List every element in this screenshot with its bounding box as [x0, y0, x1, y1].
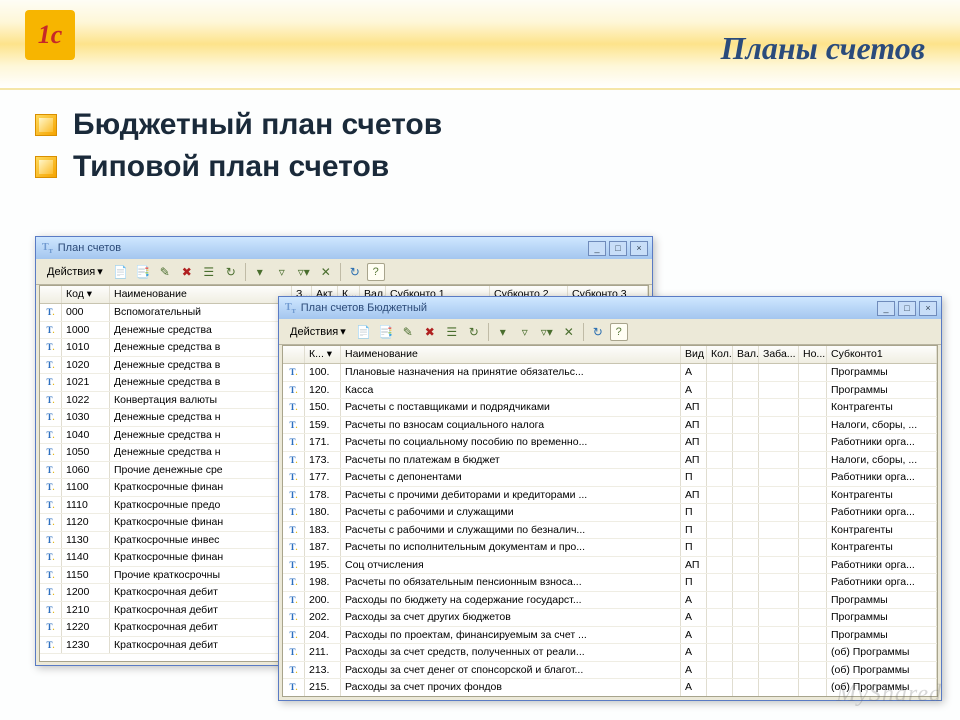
toolbar: Действия▾ 📄 📑 ✎ ✖ ☰ ↻ ▾ ▿ ▿▾ ✕ ↻ ?: [279, 319, 941, 345]
bullet-icon: [35, 156, 57, 178]
col-subkonto1[interactable]: Субконто1: [827, 346, 937, 363]
clear-filter-icon[interactable]: ✕: [316, 262, 336, 282]
bullet-1-text: Бюджетный план счетов: [73, 108, 442, 142]
col-kol[interactable]: Кол.: [707, 346, 733, 363]
titlebar[interactable]: Tт План счетов _ □ ×: [36, 237, 652, 259]
grid[interactable]: К... ▾ Наименование Вид Кол. Вал. Заба..…: [282, 345, 938, 697]
table-row[interactable]: T.202.Расходы за счет других бюджетовАПр…: [283, 609, 937, 627]
table-row[interactable]: T.100.Плановые назначения на принятие об…: [283, 364, 937, 382]
filter2-icon[interactable]: ▿: [515, 322, 535, 342]
add-group-icon[interactable]: 📑: [133, 262, 153, 282]
clear-filter-icon[interactable]: ✕: [559, 322, 579, 342]
bullet-1: Бюджетный план счетов: [35, 108, 925, 142]
separator: [340, 263, 341, 281]
grid-header: К... ▾ Наименование Вид Кол. Вал. Заба..…: [283, 346, 937, 364]
table-row[interactable]: T.204.Расходы по проектам, финансируемым…: [283, 627, 937, 645]
logo-text: 1c: [38, 20, 63, 50]
add-icon[interactable]: 📄: [111, 262, 131, 282]
col-no[interactable]: Но...: [799, 346, 827, 363]
table-row[interactable]: T.198.Расчеты по обязательным пенсионным…: [283, 574, 937, 592]
table-row[interactable]: T.183.Расчеты с рабочими и служащими по …: [283, 522, 937, 540]
logo-1c: 1c: [25, 10, 80, 65]
app-icon: Tт: [42, 242, 53, 255]
app-icon: Tт: [285, 302, 296, 315]
titlebar[interactable]: Tт План счетов Бюджетный _ □ ×: [279, 297, 941, 319]
table-row[interactable]: T.195.Соц отчисленияАПРаботники орга...: [283, 557, 937, 575]
bullet-icon: [35, 114, 57, 136]
toolbar: Действия▾ 📄 📑 ✎ ✖ ☰ ↻ ▾ ▿ ▿▾ ✕ ↻ ?: [36, 259, 652, 285]
delete-icon[interactable]: ✖: [420, 322, 440, 342]
col-code[interactable]: К... ▾: [305, 346, 341, 363]
refresh-icon[interactable]: ↻: [588, 322, 608, 342]
col-code[interactable]: Код ▾: [62, 286, 110, 303]
refresh-icon[interactable]: ↻: [345, 262, 365, 282]
separator: [488, 323, 489, 341]
filter-icon[interactable]: ▾: [493, 322, 513, 342]
table-row[interactable]: T.177.Расчеты с депонентамиПРаботники ор…: [283, 469, 937, 487]
separator: [245, 263, 246, 281]
maximize-button[interactable]: □: [609, 241, 627, 256]
table-row[interactable]: T.180.Расчеты с рабочими и служащимиПРаб…: [283, 504, 937, 522]
bullet-2-text: Типовой план счетов: [73, 150, 389, 184]
actions-menu[interactable]: Действия▾: [284, 323, 352, 340]
close-button[interactable]: ×: [630, 241, 648, 256]
table-row[interactable]: T.211.Расходы за счет средств, полученны…: [283, 644, 937, 662]
add-icon[interactable]: 📄: [354, 322, 374, 342]
help-icon[interactable]: ?: [610, 323, 628, 341]
hierarchy-icon[interactable]: ☰: [442, 322, 462, 342]
table-row[interactable]: T.213.Расходы за счет денег от спонсорск…: [283, 662, 937, 680]
col-name[interactable]: Наименование: [110, 286, 292, 303]
delete-icon[interactable]: ✖: [177, 262, 197, 282]
bullet-list: Бюджетный план счетов Типовой план счето…: [0, 90, 960, 184]
filter2-icon[interactable]: ▿: [272, 262, 292, 282]
col-zaba[interactable]: Заба...: [759, 346, 799, 363]
bullet-2: Типовой план счетов: [35, 150, 925, 184]
col-val[interactable]: Вал.: [733, 346, 759, 363]
edit-icon[interactable]: ✎: [155, 262, 175, 282]
grid-body[interactable]: T.100.Плановые назначения на принятие об…: [283, 364, 937, 696]
actions-menu[interactable]: Действия▾: [41, 263, 109, 280]
table-row[interactable]: T.173.Расчеты по платежам в бюджетАПНало…: [283, 452, 937, 470]
move-icon[interactable]: ↻: [464, 322, 484, 342]
window-title: План счетов Бюджетный: [301, 302, 877, 314]
table-row[interactable]: T.200.Расходы по бюджету на содержание г…: [283, 592, 937, 610]
table-row[interactable]: T.150.Расчеты с поставщиками и подрядчик…: [283, 399, 937, 417]
help-icon[interactable]: ?: [367, 263, 385, 281]
window-plan-schetov-budget[interactable]: Tт План счетов Бюджетный _ □ × Действия▾…: [278, 296, 942, 701]
minimize-button[interactable]: _: [588, 241, 606, 256]
edit-icon[interactable]: ✎: [398, 322, 418, 342]
table-row[interactable]: T.215.Расходы за счет прочих фондовА(об)…: [283, 679, 937, 696]
table-row[interactable]: T.187.Расчеты по исполнительным документ…: [283, 539, 937, 557]
separator: [583, 323, 584, 341]
slide-header: 1c Планы счетов: [0, 0, 960, 90]
filter3-icon[interactable]: ▿▾: [294, 262, 314, 282]
table-row[interactable]: T.171.Расчеты по социальному пособию по …: [283, 434, 937, 452]
filter3-icon[interactable]: ▿▾: [537, 322, 557, 342]
move-icon[interactable]: ↻: [221, 262, 241, 282]
maximize-button[interactable]: □: [898, 301, 916, 316]
table-row[interactable]: T.159.Расчеты по взносам социального нал…: [283, 417, 937, 435]
col-name[interactable]: Наименование: [341, 346, 681, 363]
col-vid[interactable]: Вид: [681, 346, 707, 363]
minimize-button[interactable]: _: [877, 301, 895, 316]
filter-icon[interactable]: ▾: [250, 262, 270, 282]
table-row[interactable]: T.178.Расчеты с прочими дебиторами и кре…: [283, 487, 937, 505]
window-title: План счетов: [58, 242, 588, 254]
add-group-icon[interactable]: 📑: [376, 322, 396, 342]
close-button[interactable]: ×: [919, 301, 937, 316]
hierarchy-icon[interactable]: ☰: [199, 262, 219, 282]
slide-title: Планы счетов: [721, 30, 925, 67]
table-row[interactable]: T.120.КассаАПрограммы: [283, 382, 937, 400]
